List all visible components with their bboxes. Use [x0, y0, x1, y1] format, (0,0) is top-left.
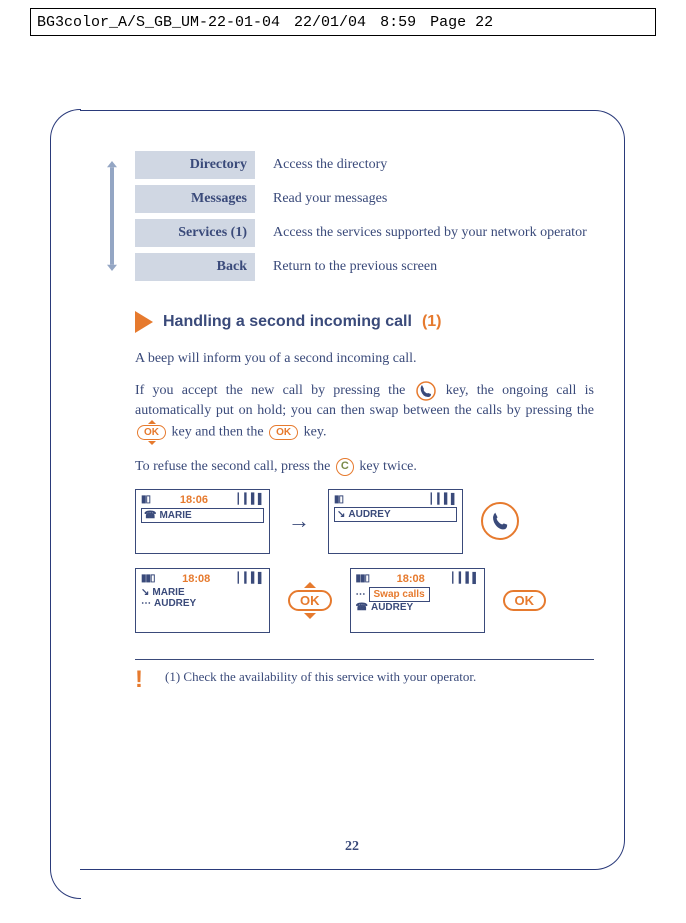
p2-d: key.: [304, 425, 327, 440]
footnote-text: (1) Check the availability of this servi…: [165, 668, 476, 692]
battery-icon: ▮▮▯: [356, 573, 370, 584]
screen4-time: 18:08: [397, 573, 425, 585]
scroll-arrow-icon: [105, 161, 119, 271]
menu-label-messages: Messages: [135, 185, 255, 213]
battery-icon: ▮▮▯: [141, 573, 155, 584]
screen3-line1: MARIE: [152, 587, 184, 598]
hold-icon: ⋯: [141, 598, 151, 609]
signal-icon: ▏▎▍▌: [238, 494, 264, 505]
signal-icon: ▏▎▍▌: [431, 494, 457, 505]
signal-icon: ▏▎▍▌: [238, 573, 264, 584]
battery-icon: ▮▯: [141, 494, 150, 505]
crop-date: 22/01/04: [294, 14, 366, 31]
screens-row-2: ▮▮▯ 18:08 ▏▎▍▌ ↘MARIE ⋯AUDREY OK ▮▮▯ 18:…: [135, 568, 594, 633]
crop-page: Page 22: [430, 14, 493, 31]
triangle-bullet-icon: [135, 311, 153, 333]
menu-label-services: Services (1): [135, 219, 255, 247]
phone-screen-4: ▮▮▯ 18:08 ▏▎▍▌ ⋯Swap calls ☎AUDREY: [350, 568, 485, 633]
paragraph-2: If you accept the new call by pressing t…: [135, 381, 594, 446]
paragraph-1: A beep will inform you of a second incom…: [135, 349, 594, 369]
p2-c: key and then the: [172, 425, 268, 440]
screen1-time: 18:06: [180, 494, 208, 506]
section-title: Handling a second incoming call (1): [135, 311, 594, 333]
paragraph-3: To refuse the second call, press the C k…: [135, 457, 594, 477]
p3-b: key twice.: [359, 459, 417, 474]
section-title-text: Handling a second incoming call: [163, 313, 412, 331]
incoming-icon: ↘: [141, 587, 149, 598]
screen3-time: 18:08: [182, 573, 210, 585]
menu-desc-directory: Access the directory: [273, 156, 594, 174]
section-title-note: (1): [422, 313, 442, 331]
exclamation-icon: !: [135, 668, 143, 692]
crop-time: 8:59: [380, 14, 416, 31]
screen4-line2: AUDREY: [371, 602, 413, 613]
hold-icon: ⋯: [356, 589, 366, 600]
ok-nav-key-icon: OK: [137, 420, 166, 445]
p3-a: To refuse the second call, press the: [135, 459, 334, 474]
incoming-icon: ↘: [337, 509, 345, 520]
screens-row-1: ▮▯ 18:06 ▏▎▍▌ ☎ MARIE → ▮▯ ▏▎▍▌ ↘ AUDREY: [135, 489, 594, 554]
phone-icon: ☎: [144, 510, 156, 521]
ok-key-label: OK: [137, 425, 166, 440]
page-frame: Directory Access the directory Messages …: [80, 110, 625, 870]
menu-label-back: Back: [135, 253, 255, 281]
battery-icon: ▮▯: [334, 494, 343, 505]
menu-label-directory: Directory: [135, 151, 255, 179]
screen3-line2: AUDREY: [154, 598, 196, 609]
menu-table: Directory Access the directory Messages …: [135, 151, 594, 281]
menu-desc-back: Return to the previous screen: [273, 258, 594, 276]
receiver-button-icon: [481, 502, 519, 540]
footnote: ! (1) Check the availability of this ser…: [135, 659, 594, 692]
ok-key-icon: OK: [269, 425, 298, 440]
phone-icon: ☎: [356, 602, 368, 613]
ok-nav-button: OK: [288, 582, 332, 619]
page-number: 22: [80, 839, 624, 855]
screen2-name: AUDREY: [348, 509, 390, 520]
ok-button-label: OK: [288, 590, 332, 611]
menu-desc-services: Access the services supported by your ne…: [273, 224, 594, 242]
phone-screen-3: ▮▮▯ 18:08 ▏▎▍▌ ↘MARIE ⋯AUDREY: [135, 568, 270, 633]
arrow-right-icon: →: [288, 508, 310, 534]
crop-file: BG3color_A/S_GB_UM-22-01-04: [37, 14, 280, 31]
receiver-key-icon: [416, 381, 436, 401]
swap-calls-label: Swap calls: [369, 587, 430, 602]
signal-icon: ▏▎▍▌: [452, 573, 478, 584]
crop-mark-header: BG3color_A/S_GB_UM-22-01-04 22/01/04 8:5…: [30, 8, 656, 36]
menu-desc-messages: Read your messages: [273, 190, 594, 208]
chevron-up-icon: [304, 582, 316, 588]
chevron-down-icon: [304, 613, 316, 619]
screen1-name: MARIE: [159, 510, 191, 521]
c-key-icon: C: [336, 458, 354, 476]
phone-screen-2: ▮▯ ▏▎▍▌ ↘ AUDREY: [328, 489, 463, 554]
p2-a: If you accept the new call by pressing t…: [135, 383, 414, 398]
phone-screen-1: ▮▯ 18:06 ▏▎▍▌ ☎ MARIE: [135, 489, 270, 554]
ok-button-label-2: OK: [503, 590, 547, 611]
